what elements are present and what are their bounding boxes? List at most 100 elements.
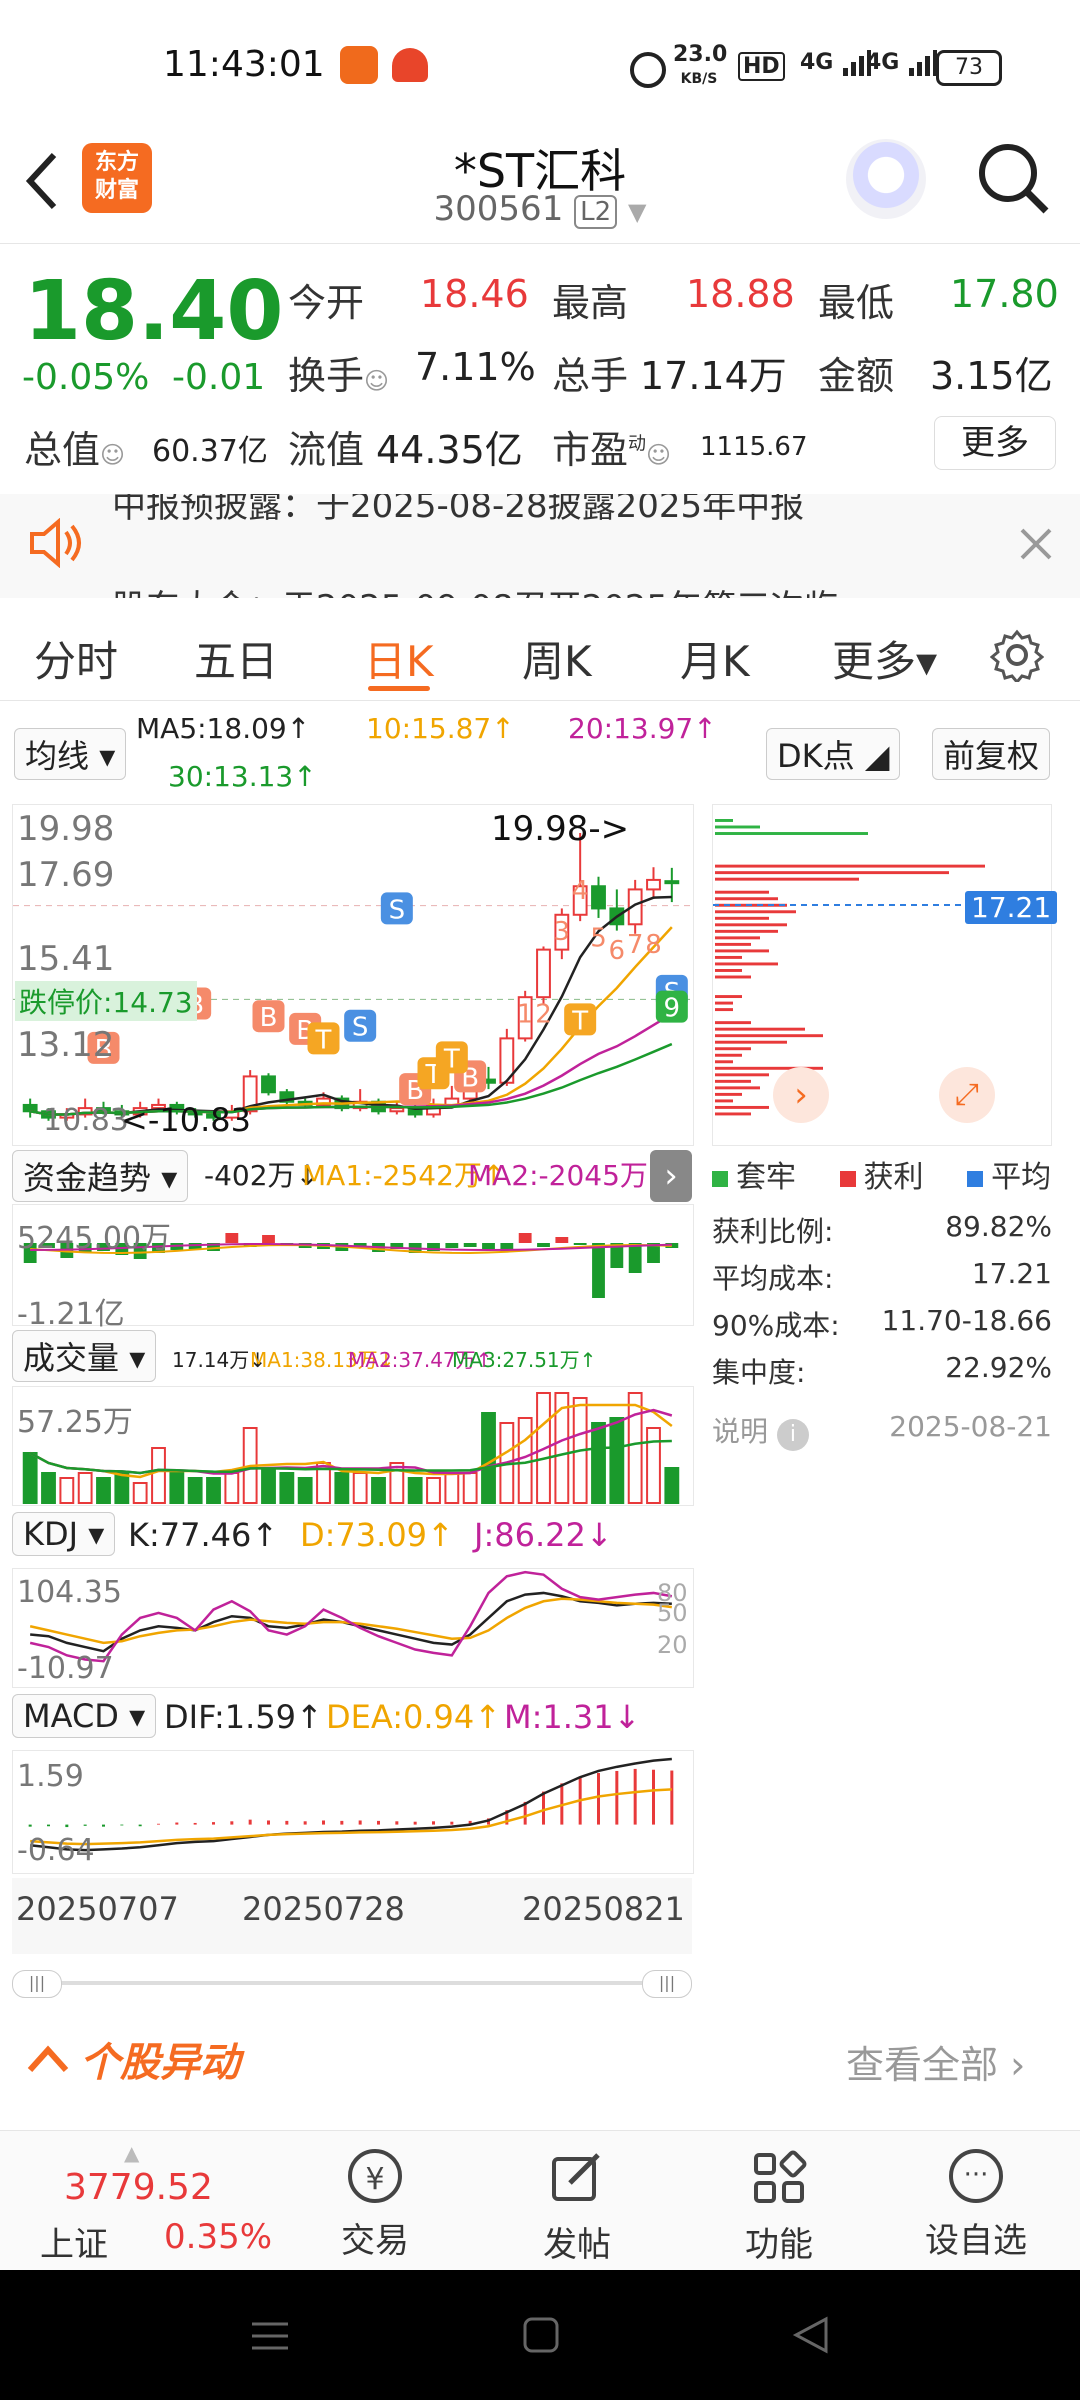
signal-marker-S: S xyxy=(352,1013,369,1043)
tab-more[interactable]: 更多▾ xyxy=(832,628,937,689)
search-icon[interactable] xyxy=(976,141,1050,215)
last-price: 18.40 xyxy=(24,264,284,359)
view-all-link[interactable]: 查看全部 › xyxy=(846,2034,1025,2089)
open-label: 今开 xyxy=(288,281,365,325)
chevron-up-icon xyxy=(27,2045,69,2073)
expand-icon[interactable]: ⤢ xyxy=(939,1067,995,1123)
sequence-label: 4 xyxy=(572,876,589,906)
speaker-icon xyxy=(30,518,81,568)
net-speed-value: 23.0 xyxy=(673,42,728,67)
kdj-d: D:73.09↑ xyxy=(300,1516,454,1554)
chip-bar xyxy=(715,1021,751,1025)
volume-selector[interactable]: 成交量 ▾ xyxy=(12,1330,157,1382)
tab-intraday[interactable]: 分时 xyxy=(34,628,118,689)
float-label: 流值 xyxy=(288,428,365,472)
chip-bar xyxy=(715,1053,742,1057)
volume-bar xyxy=(352,1472,368,1504)
tab-monthly-k[interactable]: 月K xyxy=(680,628,750,689)
notice-bar[interactable]: 中报预披露：于2025-08-28披露2025年中报 股东大会：于2025-09… xyxy=(0,494,1080,598)
nav-trade[interactable]: ¥ 交易 xyxy=(320,2141,430,2271)
mcap-label: 总值☺ xyxy=(24,428,126,472)
home-icon[interactable] xyxy=(522,2316,560,2354)
nav-functions[interactable]: 功能 xyxy=(724,2141,834,2271)
index-widget[interactable]: ▲ 3779.52 上证 0.35% xyxy=(34,2141,284,2267)
volume-bar xyxy=(187,1477,203,1504)
fund-top-label: 5245.00万 xyxy=(17,1221,172,1256)
nav-add-watchlist[interactable]: ··· 设自选 xyxy=(906,2141,1046,2271)
chip-stat-row: 90%成本: 11.70-18.66 xyxy=(712,1304,1052,1342)
kline-chart[interactable]: BBBBTSBTBTSST912345678 19.98 17.69 15.41… xyxy=(12,804,694,1146)
chip-bar xyxy=(715,825,760,829)
volume-bar xyxy=(664,1467,680,1504)
gear-icon[interactable] xyxy=(990,628,1044,682)
fund-selector[interactable]: 资金趋势 ▾ xyxy=(12,1150,189,1202)
fund-bar xyxy=(537,1243,550,1247)
chevron-right-icon[interactable]: › xyxy=(773,1067,829,1123)
macd-selector[interactable]: MACD ▾ xyxy=(12,1694,157,1738)
fund-header: 资金趋势 ▾ -402万↓ MA1:-2542万↑ MA2:-2045万↓ › xyxy=(12,1150,692,1202)
chip-bar xyxy=(715,910,796,914)
macd-chart[interactable]: 1.59 -0.64 xyxy=(12,1750,694,1874)
nav-label: 交易 xyxy=(341,2221,409,2261)
fund-bar xyxy=(262,1235,275,1243)
chip-note-row[interactable]: 说明 i 2025-08-21 xyxy=(712,1410,1052,1457)
ma-selector[interactable]: 均线 ▾ xyxy=(14,728,127,780)
macd-svg xyxy=(28,1757,674,1852)
volume-bar xyxy=(334,1472,350,1504)
fund-bar xyxy=(445,1243,459,1248)
fund-chart[interactable]: 5245.00万 -1.21亿 xyxy=(12,1204,694,1332)
stock-code: 300561 xyxy=(433,189,564,229)
volume-bar xyxy=(261,1467,276,1504)
range-slider[interactable]: ||| ||| xyxy=(12,1970,692,1998)
chip-bar xyxy=(715,923,787,927)
kdj-selector[interactable]: KDJ ▾ xyxy=(12,1512,116,1556)
chip-bar xyxy=(715,995,742,999)
back-nav-icon[interactable] xyxy=(792,2316,830,2354)
candle xyxy=(664,880,680,885)
chip-bar xyxy=(715,949,769,953)
signal-marker-T: T xyxy=(571,1006,588,1036)
slider-handle-right[interactable]: ||| xyxy=(642,1970,692,1998)
kdj-chart[interactable]: 104.35 -10.97 80 50 20 xyxy=(12,1568,694,1688)
tab-weekly-k[interactable]: 周K xyxy=(522,628,592,689)
volume-bar xyxy=(426,1477,441,1504)
tab-five-day[interactable]: 五日 xyxy=(194,628,278,689)
candle xyxy=(646,878,661,891)
macd-header: MACD ▾ DIF:1.59↑ DEA:0.94↑ M:1.31↓ xyxy=(12,1694,692,1744)
chart-tabs: 分时 五日 日K 周K 月K 更多▾ xyxy=(0,608,1080,700)
volume-header: 成交量 ▾ 17.14万↓ MA1:38.13万↓ MA2:37.47万↑ MA… xyxy=(12,1330,692,1382)
dk-point-button[interactable]: DK点 ◢ xyxy=(766,728,901,780)
chevron-down-icon: ▼ xyxy=(627,198,647,226)
stock-anomaly-header[interactable]: 个股异动 查看全部 › xyxy=(0,2020,1080,2100)
kdj-top-label: 104.35 xyxy=(17,1575,122,1610)
ma-row: 均线 ▾ MA5:18.09↑ 10:15.87↑ 20:13.97↑ 30:1… xyxy=(0,704,1080,800)
more-dots-icon: ··· xyxy=(949,2149,1003,2203)
status-time: 11:43:01 xyxy=(163,44,325,85)
chip-stats: 获利比例: 89.82% 平均成本: 17.21 90%成本: 11.70-18.66… xyxy=(712,1210,1052,1457)
chip-bar xyxy=(715,1027,805,1031)
mcap-value: 60.37亿 xyxy=(152,434,268,469)
tab-daily-k[interactable]: 日K xyxy=(364,628,434,689)
hd-icon: HD xyxy=(738,52,785,81)
macd-dif: DIF:1.59↑ xyxy=(164,1698,323,1736)
nav-post[interactable]: 发帖 xyxy=(522,2141,632,2271)
slider-handle-left[interactable]: ||| xyxy=(12,1970,62,1998)
bottom-nav: ▲ 3779.52 上证 0.35% ¥ 交易 发帖 功能 ··· 设自选 xyxy=(0,2130,1080,2271)
chevron-right-icon[interactable]: › xyxy=(650,1150,692,1202)
chip-bar xyxy=(715,975,751,979)
more-button[interactable]: 更多 xyxy=(934,416,1056,470)
volume-bar xyxy=(96,1477,111,1504)
robot-avatar-icon[interactable] xyxy=(846,139,926,219)
adjust-button[interactable]: 前复权 xyxy=(932,728,1051,780)
menu-icon[interactable] xyxy=(250,2316,290,2356)
chip-distribution[interactable]: 17.21 › ⤢ xyxy=(712,804,1058,1146)
high-value: 18.88 xyxy=(686,272,795,316)
chip-bar xyxy=(715,1086,760,1090)
volume-bar xyxy=(41,1472,56,1504)
signal-marker-B: B xyxy=(260,1003,278,1033)
close-icon[interactable] xyxy=(1018,526,1054,562)
chip-bar xyxy=(715,871,949,875)
volume-chart[interactable]: 57.25万 xyxy=(12,1386,694,1506)
fund-bar xyxy=(573,1243,587,1245)
chip-bar xyxy=(715,897,778,901)
